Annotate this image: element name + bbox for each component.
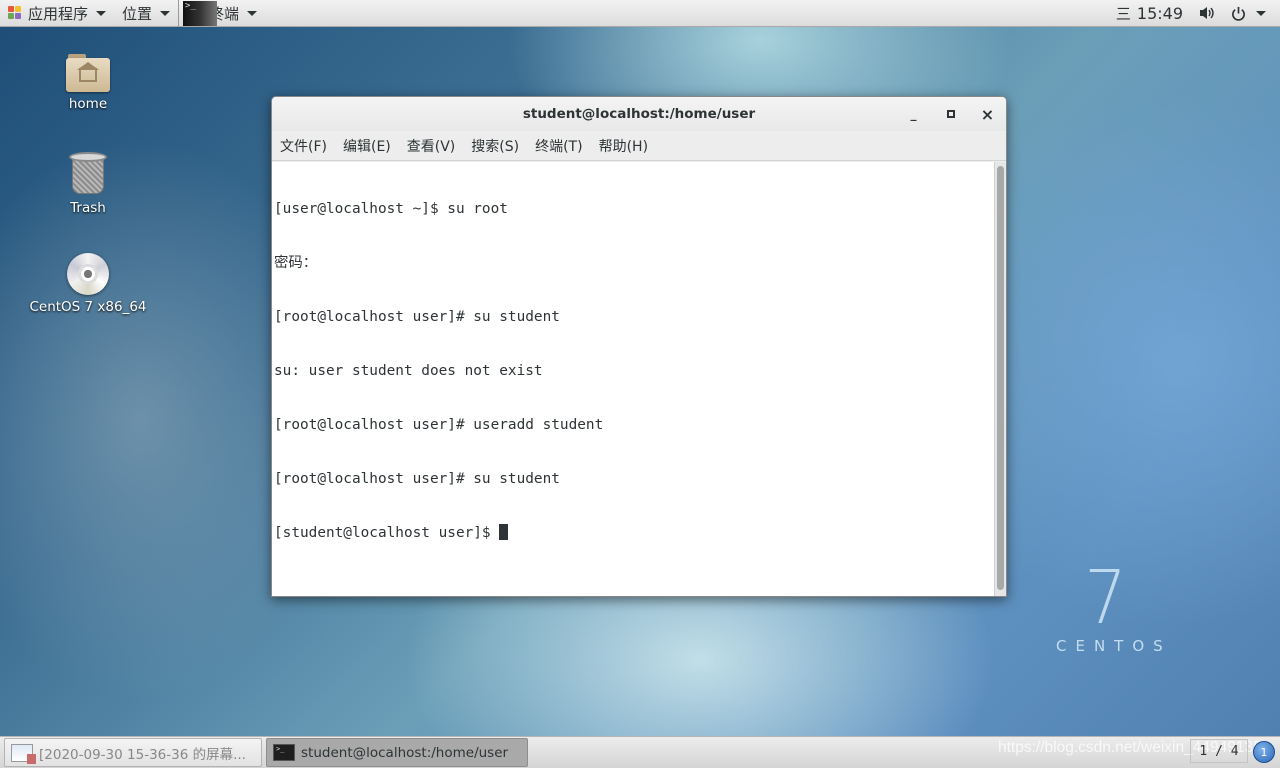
chevron-down-icon xyxy=(1256,10,1266,16)
desktop-icon-label: CentOS 7 x86_64 xyxy=(29,299,147,315)
maximize-button[interactable] xyxy=(942,106,959,123)
terminal-prompt-line: [student@localhost user]$ xyxy=(274,524,994,542)
terminal-prompt: [student@localhost user]$ xyxy=(274,525,500,541)
terminal-icon: >_ xyxy=(183,0,218,26)
optical-disc-icon xyxy=(67,253,109,295)
top-panel: 应用程序 位置 >_ 终端 三 15:49 xyxy=(0,0,1280,27)
power-icon xyxy=(1232,6,1245,21)
menu-file[interactable]: 文件(F) xyxy=(280,136,327,156)
text-cursor xyxy=(499,524,509,540)
taskbar-item-label: [2020-09-30 15-36-36 的屏幕... xyxy=(39,746,246,763)
menu-view[interactable]: 查看(V) xyxy=(407,136,456,156)
terminal-window: student@localhost:/home/user _ × 文件(F) 编… xyxy=(271,96,1007,597)
clock: 15:49 xyxy=(1136,3,1183,23)
workspace-switcher[interactable]: 1 / 4 xyxy=(1190,739,1248,763)
desktop-icon-trash[interactable]: Trash xyxy=(13,152,163,216)
system-menu[interactable] xyxy=(1231,6,1266,21)
volume-icon[interactable] xyxy=(1199,6,1215,20)
terminal-line: 密码： xyxy=(274,255,318,271)
window-titlebar[interactable]: student@localhost:/home/user _ × xyxy=(272,97,1006,131)
maximize-icon xyxy=(946,110,955,118)
centos-logo-number: 7 xyxy=(1084,555,1127,641)
image-viewer-icon xyxy=(11,743,36,764)
terminal-line: [root@localhost user]# su student xyxy=(274,471,560,487)
menu-edit[interactable]: 编辑(E) xyxy=(343,136,391,156)
terminal-line: su: user student does not exist xyxy=(274,363,543,379)
desktop-icon-label: home xyxy=(68,96,108,112)
terminal-line: [root@localhost user]# su student xyxy=(274,309,560,325)
menu-search[interactable]: 搜索(S) xyxy=(471,136,519,156)
terminal-line: [user@localhost ~]$ su root xyxy=(274,201,508,217)
desktop-icon-label: Trash xyxy=(70,200,106,216)
taskbar-item-terminal[interactable]: >_ student@localhost:/home/user xyxy=(266,738,528,767)
taskbar-item-screenshot[interactable]: [2020-09-30 15-36-36 的屏幕... xyxy=(4,738,262,767)
chevron-down-icon xyxy=(247,10,258,16)
terminal-line: [root@localhost user]# useradd student xyxy=(274,417,604,433)
taskbar-item-label: student@localhost:/home/user xyxy=(301,744,509,761)
menu-help[interactable]: 帮助(H) xyxy=(599,136,648,156)
scrollbar-thumb[interactable] xyxy=(997,166,1004,590)
chevron-down-icon xyxy=(160,10,171,16)
places-menu[interactable]: 位置 xyxy=(114,0,178,27)
menu-terminal[interactable]: 终端(T) xyxy=(535,136,582,156)
active-app-menu[interactable]: >_ 终端 xyxy=(178,0,265,27)
close-button[interactable]: × xyxy=(979,105,996,124)
centos-logo-word: CENTOS xyxy=(1056,637,1172,655)
gnome-foot-icon xyxy=(8,6,22,20)
desktop-icon-centos-disc[interactable]: CentOS 7 x86_64 xyxy=(13,253,163,315)
terminal-icon: >_ xyxy=(273,744,295,761)
places-label: 位置 xyxy=(122,4,153,23)
clock-menu[interactable]: 三 15:49 xyxy=(1116,3,1183,24)
scrollbar[interactable] xyxy=(994,162,1006,596)
window-title: student@localhost:/home/user xyxy=(522,106,756,122)
notification-badge[interactable]: 1 xyxy=(1253,741,1275,763)
minimize-button[interactable]: _ xyxy=(905,106,922,123)
applications-menu[interactable]: 应用程序 xyxy=(0,0,114,27)
trash-icon xyxy=(69,152,107,196)
home-folder-icon xyxy=(66,52,110,92)
terminal-output[interactable]: [user@localhost ~]$ su root 密码： [root@lo… xyxy=(272,162,996,596)
accessibility-icon: 三 xyxy=(1115,4,1131,23)
desktop-icon-home[interactable]: home xyxy=(13,52,163,112)
applications-label: 应用程序 xyxy=(28,4,89,23)
menubar: 文件(F) 编辑(E) 查看(V) 搜索(S) 终端(T) 帮助(H) xyxy=(272,131,1006,161)
chevron-down-icon xyxy=(96,10,107,16)
